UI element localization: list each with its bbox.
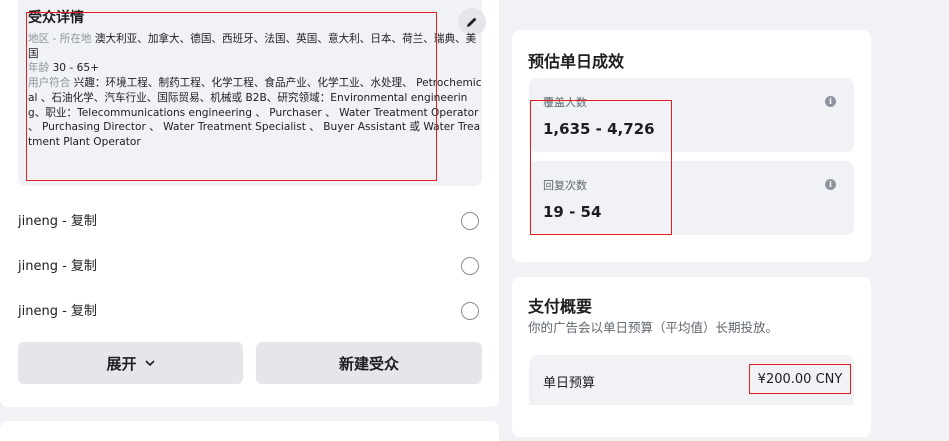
daily-budget-label: 单日预算 [543,376,596,391]
daily-budget-value: ¥200.00 CNY [749,364,851,394]
audience-details-card: 受众详情 地区 - 所在地 澳大利亚、加拿大、德国、西班牙、法国、英国、意大利、… [18,0,486,186]
saved-audience-item[interactable]: jineng - 复制 [18,302,482,322]
location-value: 澳大利亚、加拿大、德国、西班牙、法国、英国、意大利、日本、荷兰、瑞典、美国 [28,33,477,60]
estimate-title: 预估单日成效 [528,52,625,71]
saved-audience-radio[interactable] [461,257,479,275]
reach-value: 1,635 - 4,726 [543,120,655,138]
location-label: 地区 - 所在地 [28,33,92,45]
match-line: 用户符合 兴趣：环境工程、制药工程、化学工程、食品产业、化学工业、水处理、 Pe… [28,76,483,150]
saved-audience-radio[interactable] [461,302,479,320]
age-line: 年龄 30 - 65+ [28,61,483,76]
replies-label: 回复次数 [543,179,587,192]
audience-panel: 受众详情 地区 - 所在地 澳大利亚、加拿大、德国、西班牙、法国、英国、意大利、… [0,0,499,407]
estimate-panel: 预估单日成效 覆盖人数 1,635 - 4,726 i 回复次数 19 - 54… [512,30,871,262]
match-label: 用户符合 [28,77,71,90]
payment-subtitle: 你的广告会以单日预算（平均值）长期投放。 [528,320,779,335]
saved-audience-item[interactable]: jineng - 复制 [18,257,482,277]
saved-audience-label: jineng - 复制 [18,304,97,319]
saved-audience-label: jineng - 复制 [18,214,97,229]
match-value: 兴趣：环境工程、制药工程、化学工程、食品产业、化学工业、水处理、 Petroch… [28,77,482,148]
saved-audience-label: jineng - 复制 [18,259,97,274]
reach-label: 覆盖人数 [543,96,587,109]
age-value: 30 - 65+ [52,62,99,75]
daily-budget-row[interactable]: 单日预算 ¥200.00 CNY [529,355,854,405]
info-icon[interactable]: i [825,179,836,190]
chevron-down-icon [144,360,155,367]
next-section-panel [0,421,499,441]
new-audience-label: 新建受众 [338,354,399,373]
payment-title: 支付概要 [528,297,593,316]
expand-label: 展开 [106,354,137,373]
info-icon[interactable]: i [825,96,836,107]
audience-details-title: 受众详情 [28,10,84,26]
payment-panel: 支付概要 你的广告会以单日预算（平均值）长期投放。 单日预算 ¥200.00 C… [512,277,871,437]
saved-audience-item[interactable]: jineng - 复制 [18,212,482,232]
expand-button[interactable]: 展开 [18,342,243,384]
replies-value: 19 - 54 [543,203,602,221]
replies-metric: 回复次数 19 - 54 i [529,161,854,235]
reach-metric: 覆盖人数 1,635 - 4,726 i [529,78,854,152]
pencil-icon [467,17,477,27]
age-label: 年龄 [28,62,50,75]
location-line: 地区 - 所在地 澳大利亚、加拿大、德国、西班牙、法国、英国、意大利、日本、荷兰… [28,32,483,61]
saved-audience-radio[interactable] [461,212,479,230]
audience-details: 地区 - 所在地 澳大利亚、加拿大、德国、西班牙、法国、英国、意大利、日本、荷兰… [28,32,483,150]
new-audience-button[interactable]: 新建受众 [256,342,482,384]
